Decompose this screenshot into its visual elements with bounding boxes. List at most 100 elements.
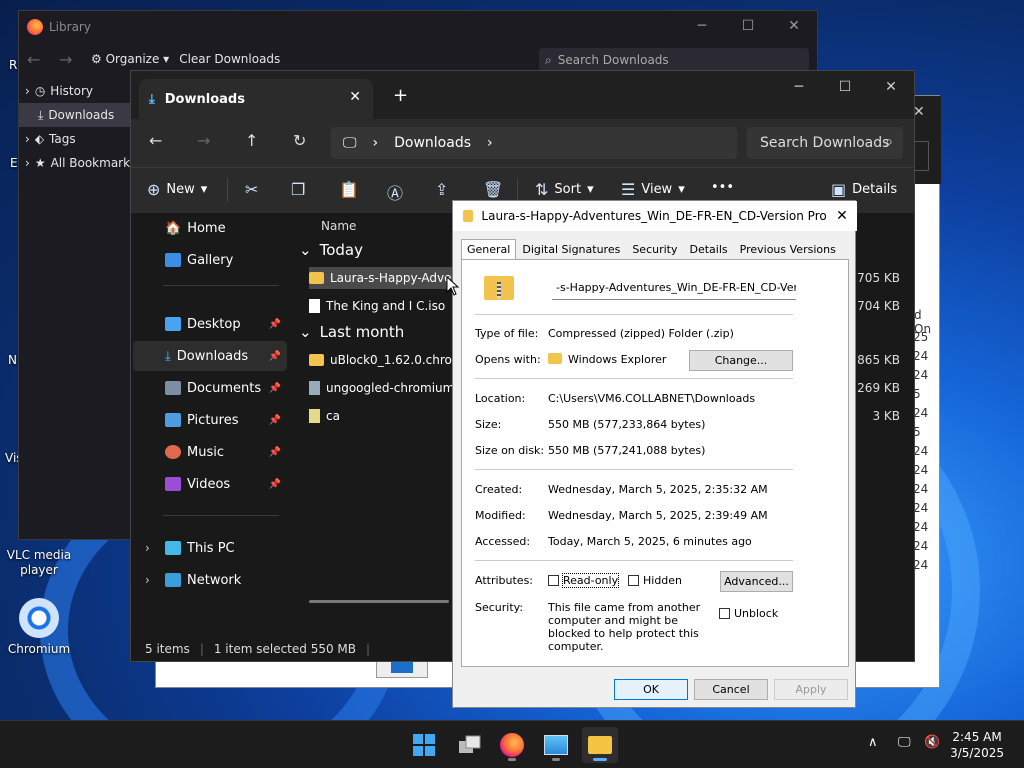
clear-downloads-button[interactable]: Clear Downloads [179, 52, 280, 66]
new-button[interactable]: ⊕ New ▾ [147, 180, 207, 199]
close-icon[interactable]: ✕ [771, 11, 817, 41]
group-header-last-month[interactable]: ⌄ Last month [299, 323, 404, 341]
more-options-button[interactable]: ••• [711, 180, 734, 195]
volume-muted-icon[interactable]: 🔇 [924, 735, 940, 750]
desktop-icon-chromium[interactable]: Chromium [4, 598, 74, 657]
maximize-icon[interactable]: ☐ [822, 71, 868, 103]
nav-label: Gallery [187, 252, 234, 268]
rename-button[interactable]: Ⓐ [387, 180, 403, 204]
divider [475, 560, 793, 561]
list-item: 24 [913, 349, 929, 363]
file-row[interactable]: The King and I C.iso [309, 295, 445, 317]
organize-button[interactable]: ⚙ Organize ▾ [91, 52, 169, 66]
sort-button[interactable]: ⇅ Sort ▾ [535, 180, 594, 199]
maximize-icon[interactable]: ☐ [725, 11, 771, 41]
hidden-checkbox[interactable]: Hidden [628, 574, 682, 587]
copy-button[interactable]: ❐ [291, 180, 305, 199]
hidden-label: Hidden [643, 574, 683, 587]
taskbar-file-explorer[interactable] [582, 727, 618, 763]
zip-folder-icon [463, 210, 474, 222]
desktop-icon-vlc[interactable]: VLC media player [4, 548, 74, 578]
minimize-icon[interactable]: ─ [776, 71, 822, 103]
properties-dialog: Laura-s-Happy-Adventures_Win_DE-FR-EN_CD… [452, 200, 857, 708]
task-view-button[interactable] [452, 727, 488, 763]
ok-button[interactable]: OK [614, 679, 688, 700]
start-button[interactable] [406, 727, 442, 763]
nav-item-this-pc[interactable]: › This PC [133, 533, 287, 563]
view-button[interactable]: ☰ View ▾ [621, 180, 685, 199]
nav-item-music[interactable]: Music 📌 [133, 437, 287, 467]
display-icon[interactable]: 🖵 [898, 735, 911, 750]
up-arrow-icon[interactable]: ↑ [245, 131, 258, 150]
explorer-search-input[interactable]: Search Downloads ⌕ [747, 127, 903, 159]
back-arrow-icon[interactable]: ← [27, 50, 49, 69]
explorer-tabbar: ⤓ Downloads ✕ + ─ ☐ ✕ [131, 71, 914, 119]
nav-label: Videos [187, 476, 231, 492]
tab-general[interactable]: General [461, 239, 517, 260]
details-button[interactable]: ▣ Details [831, 180, 897, 199]
nav-item-videos[interactable]: Videos 📌 [133, 469, 287, 499]
read-only-checkbox[interactable]: Read-only [548, 573, 620, 588]
cancel-button[interactable]: Cancel [694, 679, 768, 700]
tab-security[interactable]: Security [626, 239, 683, 260]
file-size: 3 KB [872, 409, 900, 423]
minimize-icon[interactable]: ─ [679, 11, 725, 41]
back-arrow-icon[interactable]: ← [149, 131, 162, 150]
tab-downloads[interactable]: ⤓ Downloads ✕ [139, 79, 373, 119]
pin-icon: 📌 [268, 414, 281, 426]
list-item: 24 [913, 539, 929, 553]
size-on-disk-value: 550 MB (577,241,088 bytes) [548, 444, 706, 457]
refresh-icon[interactable]: ↻ [293, 131, 306, 150]
delete-button[interactable]: 🗑 [483, 180, 503, 199]
created-value: Wednesday, March 5, 2025, 2:35:32 AM [548, 483, 768, 496]
new-tab-icon[interactable]: + [393, 85, 408, 106]
address-bar[interactable]: 🖵 › Downloads › [331, 127, 737, 159]
cut-button[interactable]: ✂ [245, 180, 258, 199]
forward-arrow-icon[interactable]: → [59, 50, 81, 69]
opens-with-value: Windows Explorer [548, 353, 666, 366]
file-name-field[interactable]: -s-Happy-Adventures_Win_DE-FR-EN_CD-Vers… [552, 278, 796, 300]
nav-item-documents[interactable]: Documents 📌 [133, 373, 287, 403]
clock[interactable]: 2:45 AM 3/5/2025 [950, 729, 1004, 761]
change-button[interactable]: Change... [689, 350, 793, 371]
new-label: New [166, 182, 195, 197]
nav-item-home[interactable]: 🏠 Home [133, 213, 287, 243]
column-header-name[interactable]: Name [321, 219, 356, 233]
close-icon[interactable]: ✕ [827, 201, 857, 231]
nav-item-downloads[interactable]: ⤓ Downloads 📌 [133, 341, 287, 371]
taskbar-control-panel[interactable] [538, 727, 574, 763]
nav-item-desktop[interactable]: Desktop 📌 [133, 309, 287, 339]
library-search-input[interactable]: ⌕ Search Downloads [539, 48, 809, 72]
tab-previous-versions[interactable]: Previous Versions [734, 239, 842, 260]
tree-item-history[interactable]: › ◷ History [19, 79, 130, 103]
tree-item-downloads[interactable]: ⤓ Downloads [19, 103, 130, 127]
unblock-checkbox[interactable]: Unblock [719, 607, 778, 620]
running-indicator [552, 758, 560, 761]
file-row[interactable]: ungoogled-chromium_ [309, 377, 460, 399]
file-row[interactable]: ca [309, 405, 340, 427]
close-tab-icon[interactable]: ✕ [349, 89, 361, 105]
tree-item-all-bookmarks[interactable]: › ★ All Bookmarks [19, 151, 130, 175]
tree-item-tags[interactable]: › ⬖ Tags [19, 127, 130, 151]
address-segment[interactable]: Downloads [394, 135, 471, 151]
nav-item-network[interactable]: › Network [133, 565, 287, 595]
taskbar-firefox[interactable] [494, 727, 530, 763]
nav-item-pictures[interactable]: Pictures 📌 [133, 405, 287, 435]
apply-button[interactable]: Apply [774, 679, 848, 700]
close-icon[interactable]: ✕ [868, 71, 914, 103]
nav-label: Pictures [187, 412, 239, 428]
share-button[interactable]: ⇪ [435, 180, 448, 199]
mouse-cursor-icon [446, 276, 460, 296]
tab-digital-signatures[interactable]: Digital Signatures [516, 239, 626, 260]
paste-button[interactable]: 📋 [339, 180, 359, 199]
chevron-up-icon[interactable]: ∧ [868, 735, 878, 750]
group-header-today[interactable]: ⌄ Today [299, 241, 363, 259]
folder-icon [548, 353, 562, 364]
firefox-icon [27, 19, 43, 35]
nav-item-gallery[interactable]: Gallery [133, 245, 287, 275]
list-item: 24 [913, 558, 929, 572]
horizontal-scrollbar[interactable] [309, 600, 449, 603]
advanced-button[interactable]: Advanced... [720, 571, 793, 592]
forward-arrow-icon[interactable]: → [197, 131, 210, 150]
tab-details[interactable]: Details [684, 239, 734, 260]
